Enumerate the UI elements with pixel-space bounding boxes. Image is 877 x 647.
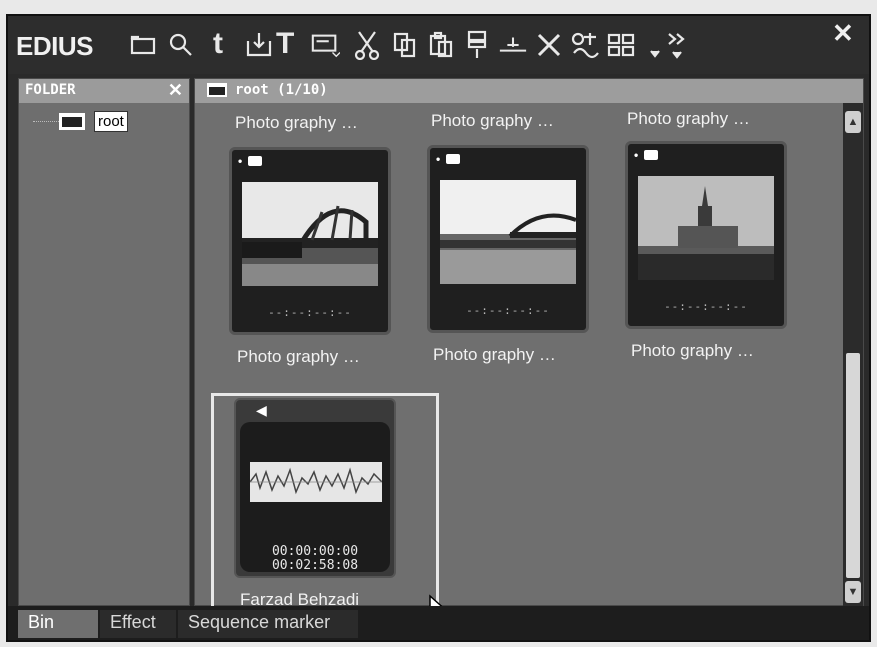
clip-status-dot: • — [436, 152, 441, 166]
bin-path-label: root (1/10) — [235, 82, 328, 98]
audio-clip-selected[interactable]: ◀ 00:00:00:00 00:02:58:08 Farzad Behzadi — [211, 393, 450, 626]
bin-header: root (1/10) — [195, 79, 863, 103]
folder-header-label: FOLDER — [25, 82, 76, 98]
import-icon[interactable] — [244, 30, 274, 60]
clip-caption: Photo graphy … — [237, 347, 360, 366]
delete-icon[interactable] — [534, 30, 564, 60]
clip-status-dot: • — [238, 154, 243, 168]
clip-caption: Photo graphy … — [631, 341, 754, 360]
clip-caption: Photo graphy … — [433, 345, 556, 364]
clip-timecode: --:--:--:-- — [664, 300, 748, 313]
still-image-icon — [644, 150, 658, 160]
audio-marker-icon: ◀ — [256, 402, 267, 418]
clip-thumbnail — [638, 176, 774, 280]
paste-icon[interactable] — [426, 30, 456, 60]
scroll-down-icon[interactable]: ▼ — [845, 581, 861, 603]
app-title: EDIUS — [16, 31, 93, 61]
audio-duration-timecode: 00:02:58:08 — [271, 558, 359, 573]
bin-folder-icon — [207, 83, 227, 97]
root-folder-icon[interactable] — [59, 113, 85, 130]
up-folder-icon[interactable]: t — [213, 27, 223, 61]
photo-clip-3[interactable]: • --:--:--:-- — [625, 141, 787, 329]
clip-thumbnail — [440, 180, 576, 284]
insert-icon[interactable] — [498, 30, 528, 60]
bin-pane: root (1/10) Photo graphy … Photo graphy … — [194, 78, 864, 626]
photo-clip-2[interactable]: • --:--:--:-- — [427, 145, 589, 333]
still-image-icon — [446, 154, 460, 164]
still-image-icon — [248, 156, 262, 166]
window-close-icon[interactable]: ✕ — [832, 18, 854, 49]
add-to-timeline-icon[interactable] — [462, 30, 492, 60]
clip-icon[interactable] — [310, 30, 340, 60]
tree-connector — [33, 121, 59, 122]
properties-icon[interactable] — [570, 30, 600, 60]
waveform-icon — [250, 462, 382, 502]
scroll-up-icon[interactable]: ▲ — [845, 111, 861, 133]
tab-sequence-marker[interactable]: Sequence marker — [178, 610, 358, 638]
clip-caption-top: Photo graphy … — [431, 111, 554, 130]
vertical-scrollbar[interactable]: ▲ ▼ — [843, 103, 863, 606]
view-mode-icon[interactable] — [606, 30, 636, 60]
scroll-thumb[interactable] — [846, 353, 860, 578]
tab-bin[interactable]: Bin — [18, 610, 98, 638]
tab-effect[interactable]: Effect — [100, 610, 176, 638]
photo-clip-1[interactable]: • --:--:--:-- — [229, 147, 391, 335]
clip-thumbnail — [242, 182, 378, 286]
clip-caption-top: Photo graphy … — [235, 113, 358, 132]
root-folder-label[interactable]: root — [94, 111, 128, 132]
cut-icon[interactable] — [352, 30, 382, 60]
audio-in-timecode: 00:00:00:00 — [271, 544, 359, 559]
search-icon[interactable] — [166, 30, 196, 60]
clip-status-dot: • — [634, 148, 639, 162]
audio-thumbnail: 00:00:00:00 00:02:58:08 — [240, 422, 390, 573]
copy-icon[interactable] — [390, 30, 420, 60]
folder-pane: FOLDER ✕ root — [18, 78, 190, 606]
edius-bin-window: EDIUS t T ✕ FOLDER ✕ root root (1/10) Ph… — [6, 14, 871, 642]
toolbar: EDIUS t T ✕ — [8, 16, 869, 74]
bottom-tabs: Bin Effect Sequence marker — [8, 606, 869, 640]
more-icon[interactable] — [662, 30, 692, 60]
new-folder-icon[interactable] — [128, 30, 158, 60]
folder-close-icon[interactable]: ✕ — [168, 80, 183, 101]
title-icon[interactable]: T — [276, 27, 294, 61]
clip-timecode: --:--:--:-- — [466, 304, 550, 317]
folder-header: FOLDER ✕ — [19, 79, 189, 103]
audio-clip-card[interactable]: ◀ 00:00:00:00 00:02:58:08 — [234, 398, 396, 578]
clip-caption-top: Photo graphy … — [627, 109, 750, 128]
clip-timecode: --:--:--:-- — [268, 306, 352, 319]
